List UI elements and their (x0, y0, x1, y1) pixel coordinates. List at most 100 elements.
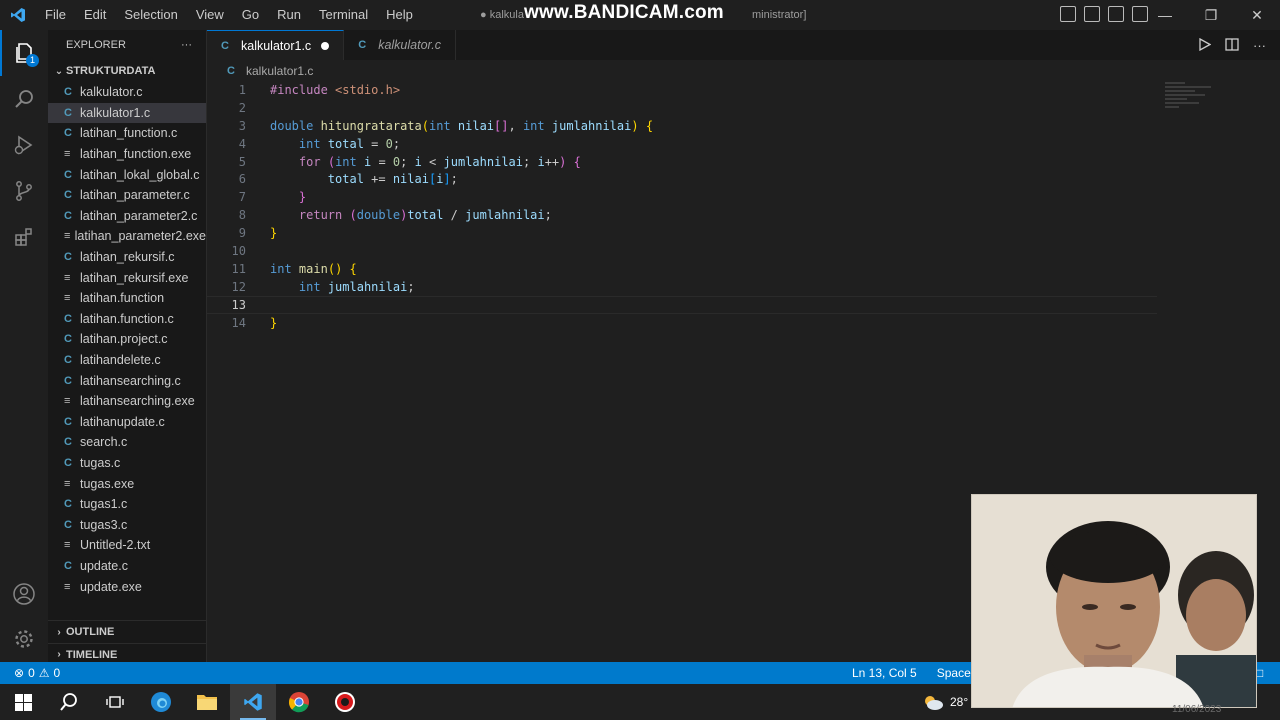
editor-actions: ··· (1198, 37, 1266, 54)
extensions-icon[interactable] (0, 214, 48, 260)
account-icon[interactable] (0, 571, 48, 617)
code-line[interactable]: 8 return (double)total / jumlahnilai; (207, 206, 1157, 224)
file-item[interactable]: Clatihan_parameter.c (48, 185, 206, 206)
split-editor-icon[interactable] (1225, 38, 1239, 54)
windows-start-icon[interactable] (0, 684, 46, 720)
breadcrumb[interactable]: C kalkulator1.c (207, 60, 1280, 82)
minimize-icon[interactable]: — (1142, 0, 1188, 30)
vscode-icon[interactable] (230, 684, 276, 720)
code-line[interactable]: 10 (207, 242, 1157, 260)
weather-icon[interactable] (922, 693, 944, 711)
code-line[interactable]: 3 double hitungratarata(int nilai[], int … (207, 117, 1157, 135)
menu-help[interactable]: Help (377, 0, 422, 30)
notifications-bell-icon[interactable]: □ (1256, 666, 1263, 680)
c-file-icon: C (64, 436, 72, 449)
file-item[interactable]: Clatihan_parameter2.c (48, 206, 206, 227)
run-debug-icon[interactable] (0, 122, 48, 168)
code-line[interactable]: 11 int main() { (207, 260, 1157, 278)
code-line[interactable]: 6 total += nilai[i]; (207, 170, 1157, 188)
breadcrumb-file[interactable]: kalkulator1.c (246, 64, 313, 78)
outline-section[interactable]: › OUTLINE (48, 621, 207, 643)
code-line[interactable]: 9} (207, 224, 1157, 242)
code-text: #include <stdio.h> (270, 82, 401, 97)
vertical-scrollbar[interactable] (1272, 60, 1280, 662)
file-item[interactable]: Ctugas.c (48, 453, 206, 474)
menu-run[interactable]: Run (268, 0, 310, 30)
tab-kalkulator1[interactable]: C kalkulator1.c (207, 30, 345, 60)
edge-icon[interactable] (138, 684, 184, 720)
maximize-icon[interactable]: ❐ (1188, 0, 1234, 30)
code-text: } (270, 315, 278, 330)
more-actions-icon[interactable]: ··· (1253, 38, 1266, 54)
file-item[interactable]: Clatihansearching.c (48, 370, 206, 391)
file-item[interactable]: Clatihandelete.c (48, 350, 206, 371)
line-number: 3 (238, 118, 246, 133)
bandicam-icon[interactable] (322, 684, 368, 720)
file-name: latihan_parameter.c (80, 188, 190, 203)
window-title-suffix: ministrator] (752, 9, 807, 21)
code-line[interactable]: 4 int total = 0; (207, 135, 1157, 153)
files-icon[interactable]: 1 (0, 30, 48, 76)
chrome-icon[interactable] (276, 684, 322, 720)
file-item[interactable]: ≡ Untitled-2.txt (48, 535, 206, 556)
file-item[interactable]: Ctugas1.c (48, 494, 206, 515)
explorer-header: EXPLORER ··· (48, 30, 206, 60)
unsaved-dot-icon[interactable] (321, 41, 330, 50)
menu-terminal[interactable]: Terminal (310, 0, 377, 30)
file-item[interactable]: Cupdate.c (48, 556, 206, 577)
code-lines[interactable]: 1 #include <stdio.h> 2 3 double hitungratara… (207, 81, 1157, 331)
file-item[interactable]: Clatihan_function.c (48, 123, 206, 144)
menu-go[interactable]: Go (233, 0, 268, 30)
file-item[interactable]: Clatihan_rekursif.c (48, 247, 206, 268)
code-line[interactable]: 2 (207, 99, 1157, 117)
toggle-panel-icon[interactable] (1084, 6, 1100, 22)
tab-kalkulator[interactable]: C kalkulator.c (344, 30, 456, 60)
file-item[interactable]: Ckalkulator.c (48, 82, 206, 103)
close-icon[interactable]: ✕ (1234, 0, 1280, 30)
file-item[interactable]: Clatihanupdate.c (48, 412, 206, 433)
run-file-icon[interactable] (1198, 37, 1212, 54)
file-item[interactable]: ≡ tugas.exe (48, 473, 206, 494)
more-actions-icon[interactable]: ··· (181, 39, 192, 51)
code-line[interactable]: 12 int jumlahnilai; (207, 278, 1157, 296)
file-item[interactable]: Csearch.c (48, 432, 206, 453)
file-item[interactable]: Clatihan_lokal_global.c (48, 164, 206, 185)
problems-indicator[interactable]: ⊗ 0 ⚠ 0 (0, 666, 60, 680)
file-item[interactable]: ≡ latihan_rekursif.exe (48, 267, 206, 288)
file-item[interactable]: Ckalkulator1.c (48, 102, 206, 124)
toggle-primary-sidebar-icon[interactable] (1060, 6, 1076, 22)
menu-file[interactable]: File (36, 0, 75, 30)
c-file-icon: C (64, 106, 72, 119)
menu-edit[interactable]: Edit (75, 0, 115, 30)
menu-selection[interactable]: Selection (115, 0, 186, 30)
file-item[interactable]: ≡ latihansearching.exe (48, 391, 206, 412)
code-line[interactable]: 1 #include <stdio.h> (207, 81, 1157, 99)
cursor-position[interactable]: Ln 13, Col 5 (852, 666, 917, 680)
code-line[interactable]: 5 for (int i = 0; i < jumlahnilai; i++) … (207, 153, 1157, 171)
timeline-label: TIMELINE (66, 648, 118, 661)
code-line[interactable]: 14} (207, 314, 1157, 332)
search-icon[interactable] (46, 684, 92, 720)
file-item[interactable]: ≡ update.exe (48, 576, 206, 597)
file-explorer-icon[interactable] (184, 684, 230, 720)
task-view-icon[interactable] (92, 684, 138, 720)
taskbar-date[interactable]: 11/06/2023 (1172, 704, 1221, 715)
code-text: } (270, 226, 278, 241)
settings-icon[interactable] (0, 616, 48, 662)
code-line[interactable]: 13 (207, 295, 1157, 314)
folder-header[interactable]: ⌄ STRUKTURDATA (48, 60, 206, 82)
file-item[interactable]: Clatihan.project.c (48, 329, 206, 350)
status-right: Ln 13, Col 5 Spaces: 4 (852, 666, 990, 680)
source-control-icon[interactable] (0, 168, 48, 214)
code-line[interactable]: 7 } (207, 188, 1157, 206)
file-item[interactable]: Ctugas3.c (48, 514, 206, 535)
toggle-secondary-sidebar-icon[interactable] (1108, 6, 1124, 22)
menu-view[interactable]: View (187, 0, 233, 30)
file-item[interactable]: Clatihan.function.c (48, 309, 206, 330)
file-item[interactable]: ≡ latihan_parameter2.exe (48, 226, 206, 247)
minimap[interactable] (1165, 82, 1215, 112)
file-item[interactable]: ≡ latihan_function.exe (48, 144, 206, 165)
file-item[interactable]: ≡ latihan.function (48, 288, 206, 309)
search-icon[interactable] (0, 76, 48, 122)
weather-temp[interactable]: 28° (950, 695, 968, 709)
